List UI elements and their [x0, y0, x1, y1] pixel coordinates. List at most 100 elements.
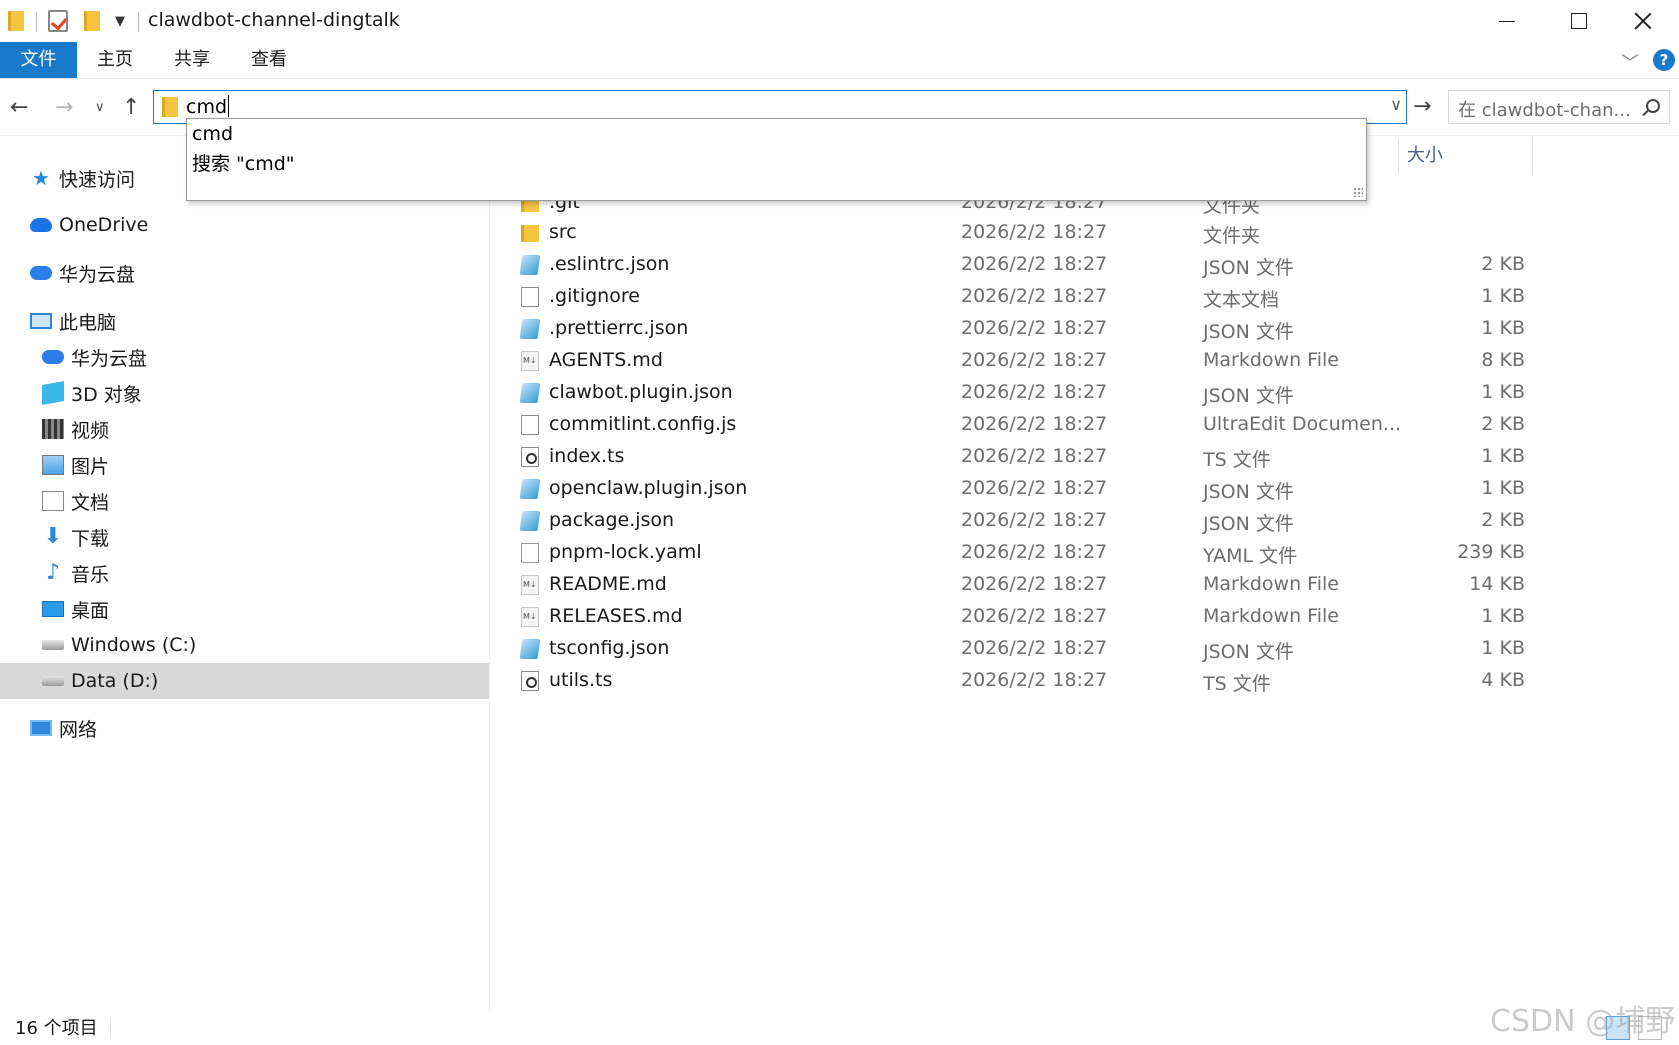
- sidebar-item-this-pc[interactable]: 此电脑: [0, 303, 490, 339]
- file-date: 2026/2/2 18:27: [961, 541, 1108, 563]
- sidebar-item-drive-c[interactable]: Windows (C:): [0, 627, 490, 663]
- json-file-icon: [519, 511, 541, 531]
- file-type: TS 文件: [1203, 673, 1271, 695]
- sidebar-item-huawei-cloud[interactable]: 华为云盘: [0, 255, 490, 291]
- close-button[interactable]: [1607, 0, 1679, 42]
- minimize-button[interactable]: [1471, 0, 1543, 42]
- file-row[interactable]: AGENTS.md 2026/2/2 18:27 Markdown File 8 KB: [515, 346, 1525, 376]
- chevron-down-icon[interactable]: ∨: [1390, 95, 1402, 114]
- file-name: .gitignore: [549, 285, 640, 307]
- file-row[interactable]: src 2026/2/2 18:27 文件夹: [515, 218, 1525, 248]
- go-button[interactable]: →: [1413, 94, 1431, 119]
- sidebar-item-network[interactable]: 网络: [0, 710, 490, 746]
- tab-view[interactable]: 查看: [231, 42, 307, 78]
- column-divider[interactable]: [1532, 139, 1533, 173]
- file-type: UltraEdit Documen...: [1203, 413, 1402, 435]
- file-date: 2026/2/2 18:27: [961, 477, 1108, 499]
- back-button[interactable]: ←: [10, 94, 28, 122]
- computer-icon: [30, 313, 52, 329]
- file-size: 8 KB: [1481, 349, 1525, 371]
- sidebar-item-3d-objects[interactable]: 3D 对象: [0, 375, 490, 411]
- file-name: tsconfig.json: [549, 637, 670, 659]
- item-count: 16 个项目: [15, 1018, 98, 1039]
- suggestion-item[interactable]: cmd: [192, 123, 233, 145]
- file-size: 2 KB: [1481, 413, 1525, 435]
- maximize-icon: [1571, 13, 1587, 29]
- help-icon[interactable]: ?: [1653, 49, 1675, 71]
- file-row[interactable]: .eslintrc.json 2026/2/2 18:27 JSON 文件 2 KB: [515, 250, 1525, 280]
- file-row[interactable]: README.md 2026/2/2 18:27 Markdown File 14 K…: [515, 570, 1525, 600]
- recent-locations-icon[interactable]: ∨: [95, 94, 105, 122]
- drive-icon: [42, 640, 64, 650]
- sidebar-item-huawei-cloud-pc[interactable]: 华为云盘: [0, 339, 490, 375]
- sidebar-item-drive-d[interactable]: Data (D:): [0, 663, 490, 699]
- json-file-icon: [519, 319, 541, 339]
- status-bar: 16 个项目: [0, 1008, 1679, 1045]
- file-row[interactable]: .prettierrc.json 2026/2/2 18:27 JSON 文件 1 K…: [515, 314, 1525, 344]
- file-row[interactable]: commitlint.config.js 2026/2/2 18:27 UltraE…: [515, 410, 1525, 440]
- search-box[interactable]: 在 clawdbot-chan...: [1448, 90, 1670, 124]
- file-size: 1 KB: [1481, 605, 1525, 627]
- title-bar: ▼ clawdbot-channel-dingtalk: [0, 0, 1679, 42]
- column-divider[interactable]: [1398, 139, 1399, 173]
- file-name: package.json: [549, 509, 675, 531]
- file-type: JSON 文件: [1203, 321, 1294, 343]
- divider: [138, 12, 139, 32]
- search-input[interactable]: 在 clawdbot-chan...: [1458, 96, 1631, 122]
- file-size: 14 KB: [1469, 573, 1525, 595]
- new-folder-icon[interactable]: [84, 8, 100, 34]
- address-suggestions: cmd 搜索 "cmd": [186, 118, 1367, 201]
- resize-grip-icon[interactable]: [1353, 187, 1363, 197]
- file-row[interactable]: .gitignore 2026/2/2 18:27 文本文档 1 KB: [515, 282, 1525, 312]
- sidebar-item-onedrive[interactable]: OneDrive: [0, 207, 490, 243]
- file-row[interactable]: clawbot.plugin.json 2026/2/2 18:27 JSON 文件…: [515, 378, 1525, 408]
- file-size: 4 KB: [1481, 669, 1525, 691]
- divider: [36, 12, 37, 32]
- expand-ribbon-icon[interactable]: ﹀: [1621, 49, 1639, 75]
- file-date: 2026/2/2 18:27: [961, 381, 1108, 403]
- file-row[interactable]: pnpm-lock.yaml 2026/2/2 18:27 YAML 文件 239 K…: [515, 538, 1525, 568]
- text-file-icon: [521, 415, 539, 435]
- suggestion-item[interactable]: 搜索 "cmd": [192, 149, 295, 176]
- tab-share[interactable]: 共享: [154, 42, 230, 78]
- file-date: 2026/2/2 18:27: [961, 285, 1108, 307]
- sidebar-item-videos[interactable]: 视频: [0, 411, 490, 447]
- huawei-cloud-icon: [30, 266, 52, 280]
- file-row[interactable]: index.ts 2026/2/2 18:27 TS 文件 1 KB: [515, 442, 1525, 472]
- watermark: CSDN @埔野: [1490, 1004, 1676, 1039]
- file-date: 2026/2/2 18:27: [961, 349, 1108, 371]
- file-type: 文件夹: [1203, 225, 1261, 247]
- column-header-size[interactable]: 大小: [1407, 139, 1443, 173]
- folder-icon: [521, 225, 539, 242]
- sidebar-item-documents[interactable]: 文档: [0, 483, 490, 519]
- file-row[interactable]: package.json 2026/2/2 18:27 JSON 文件 2 KB: [515, 506, 1525, 536]
- maximize-button[interactable]: [1543, 0, 1615, 42]
- sidebar-item-pictures[interactable]: 图片: [0, 447, 490, 483]
- file-row[interactable]: tsconfig.json 2026/2/2 18:27 JSON 文件 1 KB: [515, 634, 1525, 664]
- file-type: JSON 文件: [1203, 385, 1294, 407]
- file-type: JSON 文件: [1203, 481, 1294, 503]
- file-date: 2026/2/2 18:27: [961, 509, 1108, 531]
- properties-icon[interactable]: [48, 8, 68, 34]
- divider: [110, 1018, 111, 1038]
- blank-file-icon: [521, 543, 539, 563]
- address-input[interactable]: cmd: [186, 95, 230, 118]
- file-name: src: [549, 221, 577, 243]
- tab-file[interactable]: 文件: [0, 42, 77, 78]
- file-date: 2026/2/2 18:27: [961, 413, 1108, 435]
- sidebar-item-music[interactable]: ♪ 音乐: [0, 555, 490, 591]
- ts-file-icon: [521, 671, 539, 691]
- forward-button[interactable]: →: [55, 94, 73, 122]
- file-type: JSON 文件: [1203, 257, 1294, 279]
- desktop-icon: [42, 601, 64, 617]
- sidebar-item-desktop[interactable]: 桌面: [0, 591, 490, 627]
- customize-toolbar-icon[interactable]: ▼: [115, 14, 125, 29]
- file-row[interactable]: utils.ts 2026/2/2 18:27 TS 文件 4 KB: [515, 666, 1525, 696]
- tab-home[interactable]: 主页: [77, 42, 153, 78]
- up-button[interactable]: ↑: [122, 94, 140, 122]
- pane-divider[interactable]: [489, 140, 490, 1010]
- file-row[interactable]: openclaw.plugin.json 2026/2/2 18:27 JSON 文…: [515, 474, 1525, 504]
- download-icon: ⬇: [43, 524, 63, 549]
- sidebar-item-downloads[interactable]: ⬇ 下载: [0, 519, 490, 555]
- file-row[interactable]: RELEASES.md 2026/2/2 18:27 Markdown File 1 …: [515, 602, 1525, 632]
